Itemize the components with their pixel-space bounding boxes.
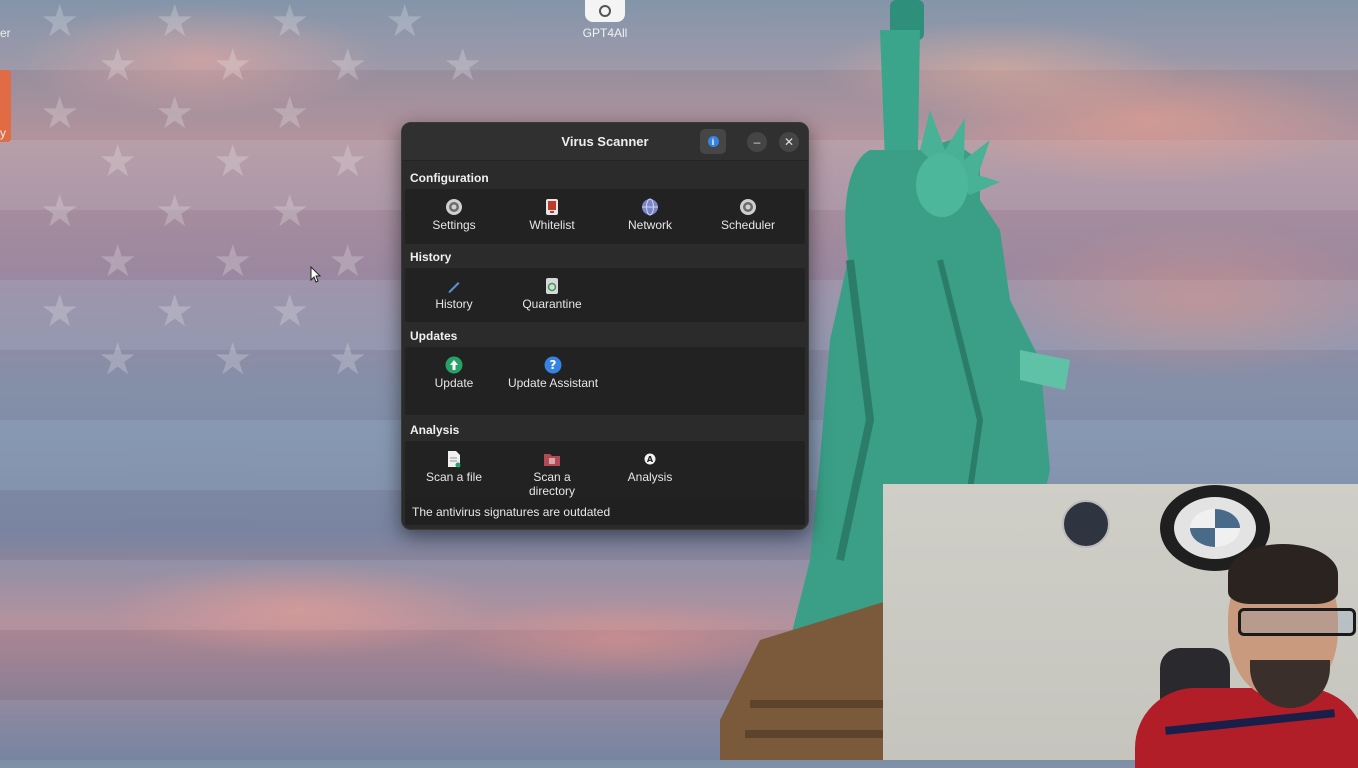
window-titlebar[interactable]: Virus Scanner i – ✕ xyxy=(402,123,808,161)
update-label: Update xyxy=(434,376,474,390)
star-icon: ★ xyxy=(40,0,80,46)
section-title-analysis: Analysis xyxy=(410,423,460,437)
scheduler-button[interactable]: Scheduler xyxy=(699,189,797,244)
quarantine-label: Quarantine xyxy=(522,297,582,311)
star-icon: ★ xyxy=(328,335,368,384)
svg-text:?: ? xyxy=(550,358,557,372)
analysis-a-icon: A xyxy=(601,449,699,469)
star-icon: ★ xyxy=(98,237,138,286)
update-button[interactable]: Update xyxy=(405,347,503,415)
star-icon: ★ xyxy=(213,41,253,90)
scheduler-gear-icon xyxy=(699,197,797,217)
configuration-row: Settings Whitelist Network Scheduler xyxy=(405,189,805,244)
person-hair xyxy=(1228,544,1338,604)
updates-row: Update ? Update Assistant xyxy=(405,347,805,415)
quarantine-button[interactable]: Quarantine xyxy=(503,268,601,322)
window-title: Virus Scanner xyxy=(561,134,649,149)
virus-scanner-window: Virus Scanner i – ✕ Configuration Settin… xyxy=(401,122,809,530)
star-icon: ★ xyxy=(270,89,310,138)
star-icon: ★ xyxy=(98,41,138,90)
info-icon: i xyxy=(707,136,719,147)
star-icon: ★ xyxy=(155,287,195,336)
close-button[interactable]: ✕ xyxy=(779,132,799,152)
star-icon: ★ xyxy=(213,335,253,384)
star-icon: ★ xyxy=(328,237,368,286)
network-button[interactable]: Network xyxy=(601,189,699,244)
star-icon: ★ xyxy=(270,0,310,46)
star-icon: ★ xyxy=(385,0,425,46)
star-icon: ★ xyxy=(40,187,80,236)
star-icon: ★ xyxy=(443,41,483,90)
help-question-icon: ? xyxy=(503,355,603,375)
person-shirt xyxy=(1135,688,1358,768)
star-icon: ★ xyxy=(98,335,138,384)
settings-button[interactable]: Settings xyxy=(405,189,503,244)
about-button[interactable]: i xyxy=(700,129,726,154)
shield-list-icon xyxy=(503,197,601,217)
star-icon: ★ xyxy=(40,287,80,336)
star-icon: ★ xyxy=(328,137,368,186)
star-icon: ★ xyxy=(213,137,253,186)
star-icon: ★ xyxy=(155,187,195,236)
update-assistant-label: Update Assistant xyxy=(507,376,599,390)
gpt4all-icon xyxy=(585,0,625,22)
star-icon: ★ xyxy=(155,0,195,46)
history-button[interactable]: History xyxy=(405,268,503,322)
analysis-label: Analysis xyxy=(627,470,673,484)
scheduler-label: Scheduler xyxy=(720,218,776,232)
history-label: History xyxy=(435,297,473,311)
settings-label: Settings xyxy=(432,218,476,232)
section-title-updates: Updates xyxy=(410,329,458,343)
star-icon: ★ xyxy=(270,287,310,336)
star-icon: ★ xyxy=(328,41,368,90)
minimize-button[interactable]: – xyxy=(747,132,767,152)
desktop-icon-label-partial[interactable]: y xyxy=(0,126,6,140)
scan-file-label: Scan a file xyxy=(425,470,483,484)
whitelist-label: Whitelist xyxy=(529,218,575,232)
desktop-icon-label-partial[interactable]: er xyxy=(0,26,11,40)
star-icon: ★ xyxy=(270,187,310,236)
recycle-bin-icon xyxy=(503,276,601,296)
file-icon xyxy=(405,449,503,469)
update-assistant-button[interactable]: ? Update Assistant xyxy=(503,347,603,415)
whitelist-button[interactable]: Whitelist xyxy=(503,189,601,244)
wall-emblem xyxy=(1062,500,1110,548)
arrow-up-icon xyxy=(405,355,503,375)
folder-icon xyxy=(503,449,601,469)
star-icon: ★ xyxy=(40,89,80,138)
section-title-history: History xyxy=(410,250,452,264)
star-icon: ★ xyxy=(155,89,195,138)
desktop-icon-gpt4all[interactable]: GPT4All xyxy=(580,0,630,40)
globe-icon xyxy=(601,197,699,217)
desktop-icon-label: GPT4All xyxy=(582,26,628,40)
history-row: History Quarantine xyxy=(405,268,805,322)
mouse-cursor-icon xyxy=(310,266,322,283)
network-label: Network xyxy=(627,218,672,232)
svg-text:A: A xyxy=(647,455,654,464)
star-icon: ★ xyxy=(213,237,253,286)
scan-directory-label: Scan a directory xyxy=(528,470,575,498)
section-title-configuration: Configuration xyxy=(410,171,489,185)
status-bar: The antivirus signatures are outdated xyxy=(405,499,805,525)
person-glasses xyxy=(1238,608,1356,636)
gear-icon xyxy=(405,197,503,217)
star-icon: ★ xyxy=(98,137,138,186)
pencil-icon xyxy=(405,276,503,296)
